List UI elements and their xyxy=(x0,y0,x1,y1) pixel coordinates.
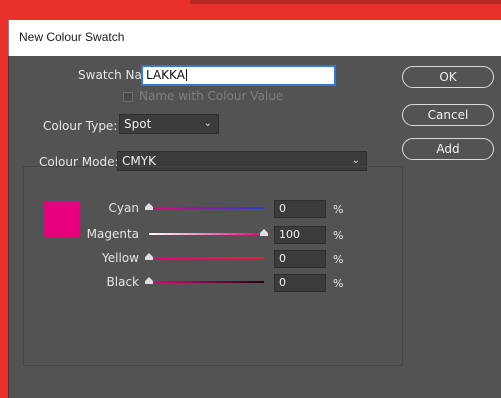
cyan-percent: % xyxy=(333,203,344,216)
yellow-percent: % xyxy=(333,253,344,266)
text-caret xyxy=(185,69,187,81)
name-with-colour-value-label: Name with Colour Value xyxy=(139,89,284,103)
cyan-label: Cyan xyxy=(108,201,139,215)
magenta-label: Magenta xyxy=(86,227,139,241)
background-app-strip xyxy=(190,0,501,4)
cyan-value-field[interactable]: 0 xyxy=(274,200,326,218)
new-colour-swatch-dialog: Swatch Name: LAKKA Name with Colour Valu… xyxy=(8,56,501,398)
chevron-down-icon: ⌄ xyxy=(203,118,212,129)
add-button[interactable]: Add xyxy=(402,138,494,160)
cyan-slider-thumb[interactable] xyxy=(145,203,153,210)
yellow-value-field[interactable]: 0 xyxy=(274,250,326,268)
ok-button[interactable]: OK xyxy=(402,66,494,88)
black-slider-track[interactable] xyxy=(149,281,264,283)
yellow-label: Yellow xyxy=(102,251,139,265)
black-value-field[interactable]: 0 xyxy=(274,274,326,292)
colour-type-label: Colour Type: xyxy=(43,119,118,133)
magenta-slider-thumb[interactable] xyxy=(260,229,268,236)
magenta-value-field[interactable]: 100 xyxy=(274,226,326,244)
colour-mode-panel xyxy=(23,166,403,366)
dialog-title: New Colour Swatch xyxy=(19,30,125,44)
magenta-slider-track[interactable] xyxy=(149,233,264,235)
colour-type-select[interactable]: Spot ⌄ xyxy=(119,114,219,134)
black-slider-thumb[interactable] xyxy=(145,277,153,284)
swatch-name-input[interactable]: LAKKA xyxy=(141,65,336,86)
cyan-slider-track[interactable] xyxy=(149,207,264,209)
magenta-percent: % xyxy=(333,229,344,242)
yellow-slider-track[interactable] xyxy=(149,257,264,259)
cancel-button[interactable]: Cancel xyxy=(402,104,494,126)
yellow-slider-thumb[interactable] xyxy=(145,253,153,260)
black-percent: % xyxy=(333,277,344,290)
dialog-titlebar[interactable]: New Colour Swatch xyxy=(8,20,501,56)
name-with-colour-value-checkbox[interactable] xyxy=(123,92,133,102)
black-label: Black xyxy=(106,275,139,289)
colour-type-value: Spot xyxy=(124,117,152,131)
